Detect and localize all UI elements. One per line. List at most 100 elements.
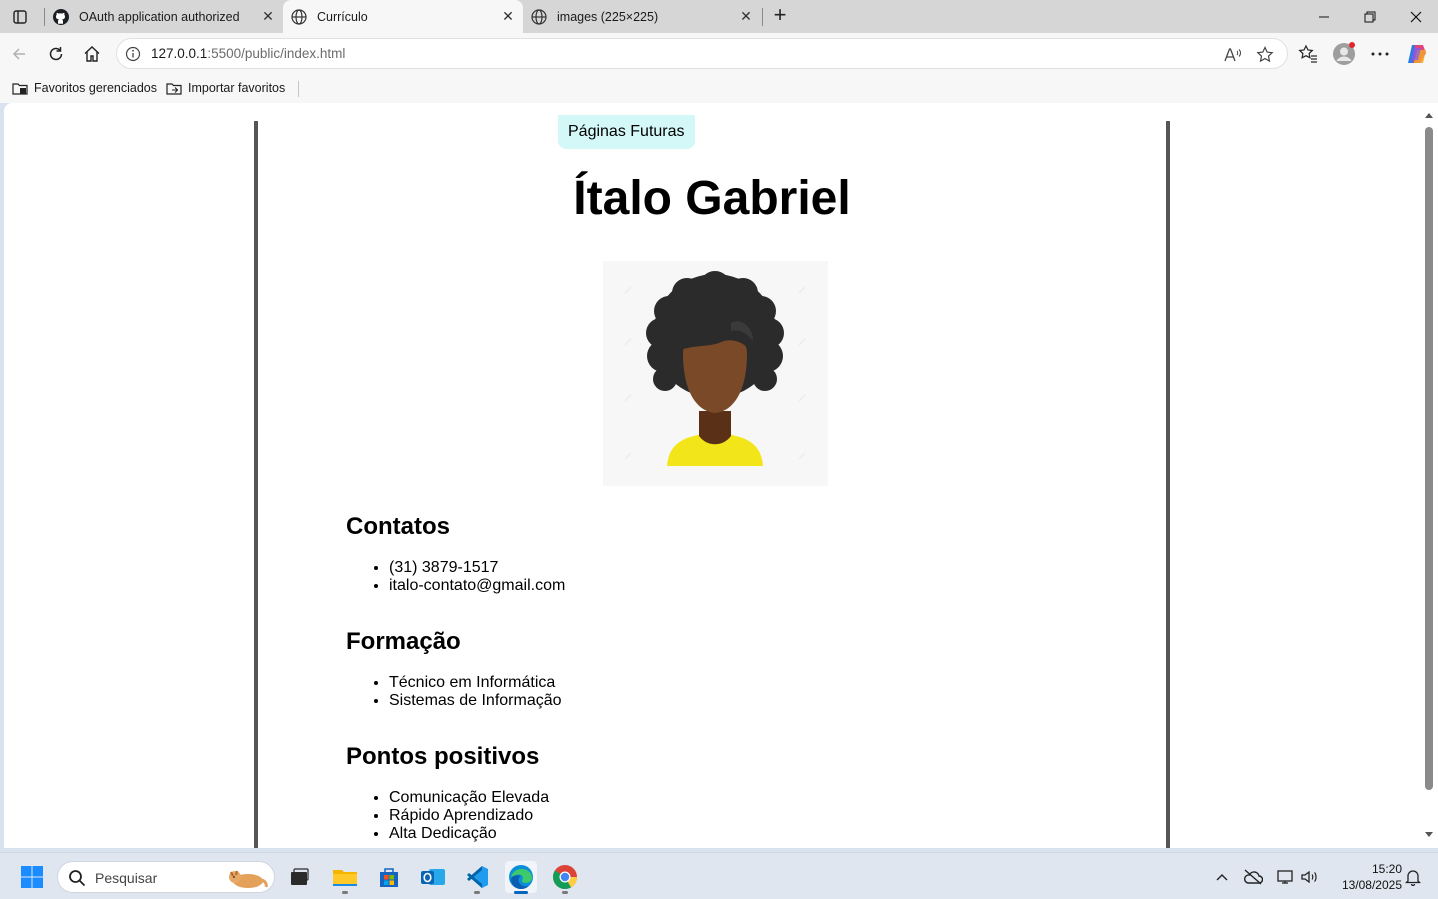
tab-curriculo[interactable]: Currículo ✕: [283, 0, 523, 33]
chrome-button[interactable]: [549, 861, 581, 894]
task-view-button[interactable]: [283, 861, 315, 893]
page-title: Ítalo Gabriel: [573, 172, 851, 225]
address-url: 127.0.0.1:5500/public/index.html: [151, 46, 346, 61]
list-item: Técnico em Informática: [389, 674, 562, 692]
start-button[interactable]: [16, 861, 48, 893]
vscode-button[interactable]: [461, 861, 493, 894]
restore-icon: [1364, 11, 1376, 22]
volume-tray-button[interactable]: [1300, 867, 1320, 887]
reload-button[interactable]: [43, 41, 69, 67]
fav-label: Importar favoritos: [188, 81, 286, 95]
managed-favorites-icon: [12, 83, 28, 95]
fav-import[interactable]: Importar favoritos: [166, 80, 285, 96]
windows-taskbar: Pesquisar 15:20 13/08/2025: [0, 852, 1438, 899]
back-button[interactable]: [6, 41, 32, 67]
speaker-icon: [1301, 870, 1317, 884]
tab-oauth[interactable]: OAuth application authorized ✕: [45, 0, 283, 33]
windows-logo-icon: [21, 866, 43, 888]
tab-separator: [762, 8, 763, 26]
tab-title: images (225×225): [557, 9, 659, 24]
outlook-icon: [421, 869, 445, 885]
favorites-list-icon: [1298, 44, 1317, 63]
clock-time: 15:20: [1371, 862, 1402, 876]
running-indicator: [562, 891, 568, 894]
network-tray-button[interactable]: [1276, 867, 1296, 887]
strengths-section: Pontos positivos Comunicação Elevada Ráp…: [346, 743, 549, 843]
new-tab-button[interactable]: +: [768, 4, 792, 27]
vscode-icon: [467, 866, 488, 888]
read-aloud-icon: [1224, 48, 1241, 62]
running-indicator: [342, 891, 348, 894]
scroll-down-icon[interactable]: [1424, 831, 1434, 839]
site-info-icon[interactable]: [125, 46, 141, 62]
tab-images[interactable]: images (225×225) ✕: [523, 0, 761, 33]
back-arrow-icon: [12, 48, 25, 60]
running-indicator: [474, 891, 480, 894]
section-heading: Pontos positivos: [346, 743, 540, 770]
close-window-button[interactable]: [1393, 0, 1438, 33]
tab-close-button[interactable]: ✕: [501, 9, 515, 23]
network-icon: [1277, 870, 1293, 884]
reload-icon: [49, 47, 63, 61]
contacts-section: Contatos (31) 3879-1517 italo-contato@gm…: [346, 513, 565, 595]
address-bar[interactable]: 127.0.0.1:5500/public/index.html: [116, 38, 1288, 69]
more-options-button[interactable]: [1368, 42, 1392, 66]
chrome-icon: [553, 865, 577, 890]
taskbar-search[interactable]: Pesquisar: [57, 861, 275, 893]
favorites-separator: [298, 81, 299, 97]
contacts-list: (31) 3879-1517 italo-contato@gmail.com: [389, 559, 565, 595]
store-icon: [380, 868, 398, 887]
future-pages-link[interactable]: Páginas Futuras: [558, 115, 695, 149]
list-item: Sistemas de Informação: [389, 692, 562, 710]
edge-icon: [509, 865, 533, 889]
outlook-button[interactable]: [417, 861, 449, 893]
globe-icon: [531, 8, 547, 25]
chevron-up-icon: [1216, 874, 1228, 881]
globe-icon: [291, 8, 307, 25]
edge-button[interactable]: [505, 861, 537, 894]
restore-button[interactable]: [1347, 0, 1393, 33]
home-icon: [84, 46, 100, 62]
bell-icon: [1405, 870, 1421, 886]
active-indicator: [514, 891, 528, 894]
scroll-up-icon[interactable]: [1424, 111, 1434, 119]
home-button[interactable]: [79, 41, 105, 67]
copilot-button[interactable]: [1405, 42, 1429, 66]
education-section: Formação Técnico em Informática Sistemas…: [346, 628, 562, 710]
favorite-star-button[interactable]: [1255, 45, 1275, 65]
minimize-icon: [1319, 16, 1329, 17]
profile-avatar-icon: [1333, 42, 1355, 65]
onedrive-tray-button[interactable]: [1243, 867, 1263, 887]
search-highlight-fox-icon: [229, 870, 268, 888]
browser-toolbar: 127.0.0.1:5500/public/index.html: [0, 33, 1438, 75]
minimize-button[interactable]: [1301, 0, 1347, 33]
resume-container: Páginas Futuras Ítalo Gabriel Contatos •…: [254, 115, 1170, 848]
education-list: Técnico em Informática Sistemas de Infor…: [389, 674, 562, 710]
vertical-scrollbar[interactable]: [1420, 103, 1438, 848]
tab-strip: OAuth application authorized ✕ Currículo…: [0, 0, 1438, 33]
star-icon: [1256, 46, 1274, 63]
read-aloud-button[interactable]: [1223, 45, 1243, 65]
tab-close-button[interactable]: ✕: [739, 9, 753, 23]
tab-title: Currículo: [317, 9, 368, 24]
list-item: Rápido Aprendizado: [389, 807, 549, 825]
clock-date: 13/08/2025: [1341, 878, 1402, 892]
scroll-thumb[interactable]: [1425, 127, 1433, 790]
page-viewport: Páginas Futuras Ítalo Gabriel Contatos •…: [4, 103, 1420, 848]
tab-close-button[interactable]: ✕: [261, 9, 275, 23]
favorites-button[interactable]: [1296, 42, 1320, 66]
favorites-bar: Favoritos gerenciados Importar favoritos: [0, 75, 1438, 103]
show-hidden-icons-button[interactable]: [1212, 867, 1232, 887]
copilot-icon: [1408, 45, 1426, 63]
microsoft-store-button[interactable]: [373, 861, 405, 893]
search-placeholder: Pesquisar: [95, 870, 158, 886]
fav-managed[interactable]: Favoritos gerenciados: [12, 80, 157, 96]
list-item: (31) 3879-1517: [389, 559, 565, 577]
tab-actions-button[interactable]: [8, 6, 32, 28]
system-clock[interactable]: 15:20 13/08/2025: [1330, 861, 1402, 893]
import-favorites-icon: [166, 83, 182, 95]
profile-button[interactable]: [1332, 42, 1356, 66]
file-explorer-button[interactable]: [329, 861, 361, 894]
search-icon: [69, 870, 86, 887]
notifications-button[interactable]: [1403, 867, 1423, 887]
